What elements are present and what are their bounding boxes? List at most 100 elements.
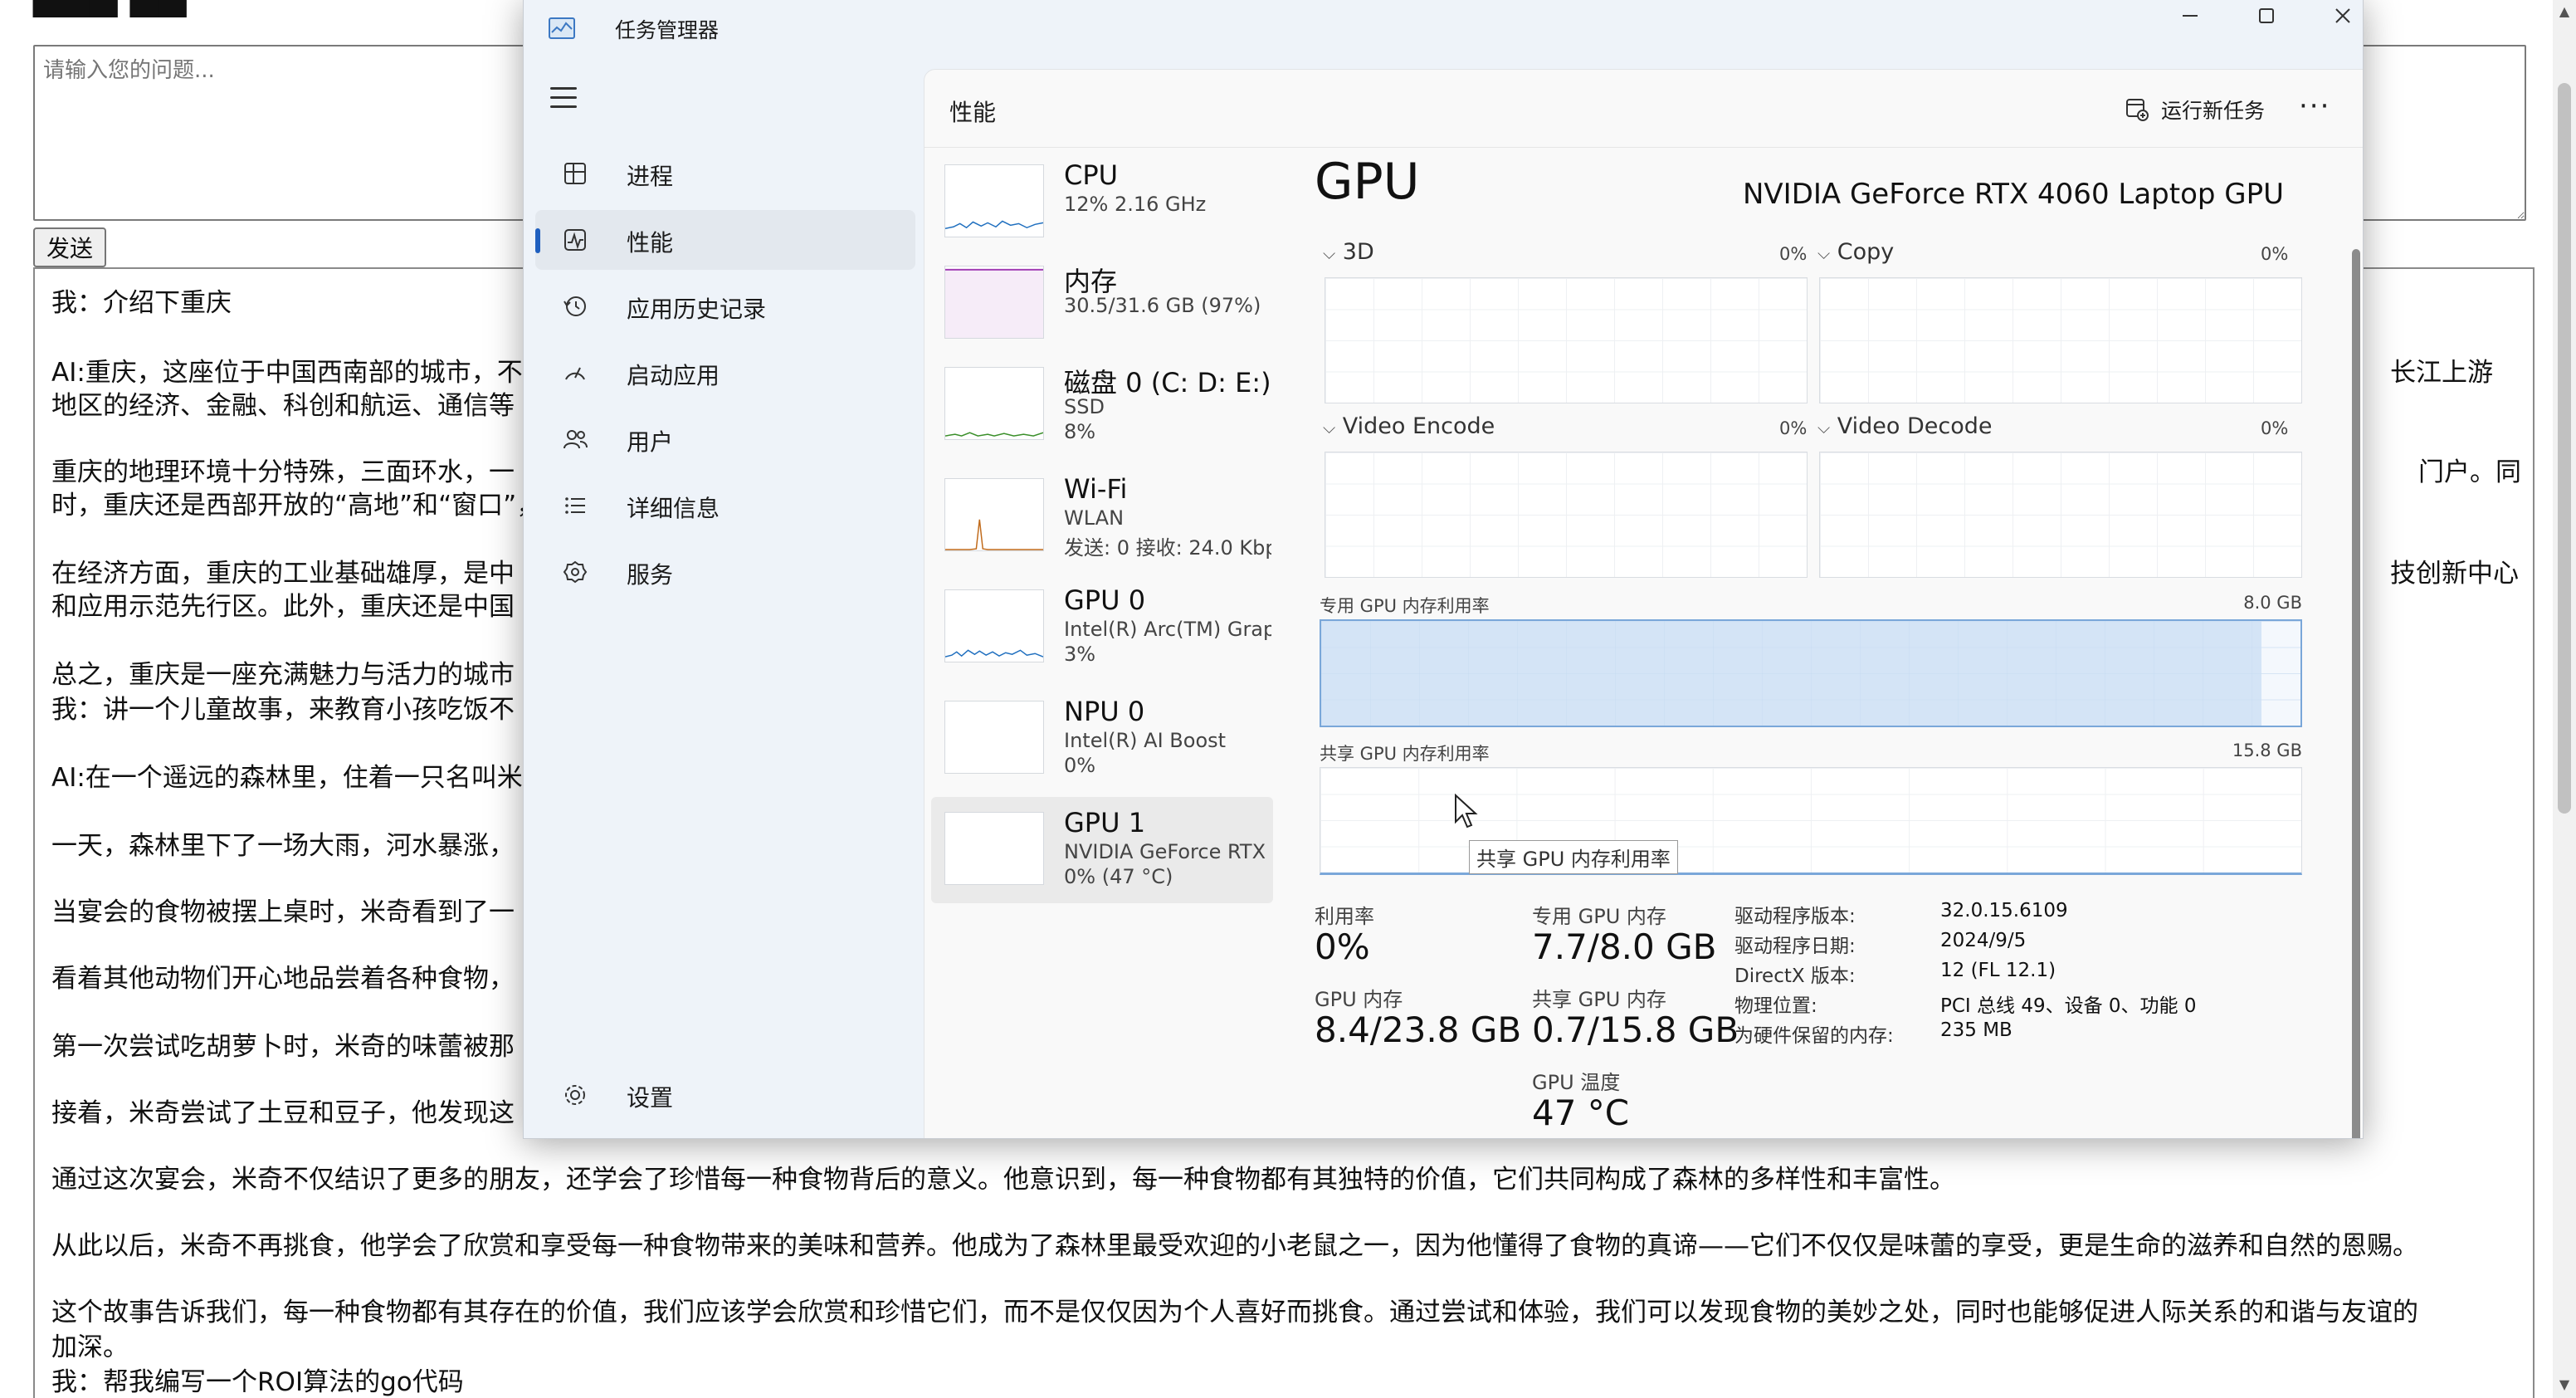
engine-label: Video Decode — [1837, 413, 1993, 439]
minimize-icon[interactable] — [2152, 0, 2228, 32]
dedicated-memory-stat-label: 专用 GPU 内存 — [1532, 905, 1666, 928]
device-item-wifi[interactable]: Wi-Fi WLAN 发送: 0 接收: 24.0 Kbps — [931, 463, 1273, 569]
content-header: 性能 运行新任务 ··· — [925, 70, 2363, 148]
gpu1-thumbnail-graph — [944, 812, 1044, 885]
chat-message: 地区的经济、金融、科创和航运、通信等 — [51, 391, 515, 421]
device-detail: NVIDIA GeForce RTX 4060 Laptop GPU — [1064, 840, 1271, 863]
device-detail: Intel(R) AI Boost — [1064, 729, 1227, 752]
chevron-down-icon: ⌵ — [1817, 418, 1831, 437]
content-scrollbar-thumb[interactable] — [2352, 249, 2360, 1138]
device-name: NPU 0 — [1064, 696, 1145, 727]
device-detail: 0% — [1064, 754, 1096, 777]
nav-item-startup-apps[interactable]: 启动应用 — [535, 343, 915, 403]
close-icon[interactable] — [2305, 0, 2363, 32]
nav-item-label: 启动应用 — [627, 362, 720, 389]
dedicated-memory-fill — [1321, 621, 2261, 726]
page-scrollbar[interactable]: ▲ ▼ — [2553, 0, 2576, 1398]
reserved-memory-label: 为硬件保留的内存: — [1734, 1025, 1894, 1047]
nav-item-details[interactable]: 详细信息 — [535, 476, 915, 535]
chat-message: 加深。 — [51, 1332, 129, 1362]
mouse-cursor-icon — [1455, 794, 1478, 829]
chat-message: 当宴会的食物被摆上桌时，米奇看到了一 — [51, 897, 515, 927]
device-item-gpu1[interactable]: GPU 1 NVIDIA GeForce RTX 4060 Laptop GPU… — [931, 797, 1273, 903]
device-name: Wi-Fi — [1064, 473, 1128, 505]
gear-icon — [565, 1085, 585, 1105]
driver-date-label: 驱动程序日期: — [1734, 936, 1856, 957]
engine-graph-video-encode — [1325, 452, 1808, 578]
gpu-model-name: NVIDIA GeForce RTX 4060 Laptop GPU — [1742, 178, 2284, 211]
hamburger-menu-icon[interactable] — [550, 87, 577, 112]
chevron-down-icon: ⌵ — [1323, 243, 1336, 263]
device-detail: 8% — [1064, 420, 1096, 443]
nav-item-label: 进程 — [627, 163, 674, 190]
title-bar[interactable]: 任务管理器 — [524, 0, 2363, 59]
device-item-npu0[interactable]: NPU 0 Intel(R) AI Boost 0% — [931, 686, 1273, 792]
device-name: GPU 1 — [1064, 807, 1146, 838]
engine-graph-3d — [1325, 277, 1808, 403]
wifi-thumbnail-graph — [944, 478, 1044, 551]
page-scrollbar-thumb[interactable] — [2558, 83, 2571, 814]
chat-message: 接着，米奇尝试了土豆和豆子，他发现这 — [51, 1098, 515, 1128]
navigation-pane: 进程 性能 应用历史记录 启动应用 用户 详细信息 服务 设置 — [524, 69, 922, 1138]
driver-date-value: 2024/9/5 — [1940, 930, 2027, 951]
more-options-icon[interactable]: ··· — [2299, 90, 2330, 123]
gpu-memory-label: GPU 内存 — [1315, 988, 1403, 1011]
chat-message: 我：帮我编写一个ROI算法的go代码 — [51, 1367, 464, 1397]
task-manager-window: 任务管理器 进程 性能 应用历史记录 启动应用 用户 详细信息 服务 设置 性能… — [523, 0, 2364, 1139]
chat-message-tail: 门户。同 — [2418, 457, 2521, 487]
nav-item-label: 性能 — [627, 229, 674, 257]
chat-message: 重庆的地理环境十分特殊，三面环水，一 — [51, 457, 515, 487]
engine-selector-3d[interactable]: ⌵ 3D — [1323, 239, 1374, 265]
dedicated-memory-capacity: 8.0 GB — [2243, 593, 2302, 613]
chat-message: 总之，重庆是一座充满魅力与活力的城市 — [51, 660, 515, 690]
nav-item-users[interactable]: 用户 — [535, 409, 915, 469]
task-manager-app-icon — [549, 17, 575, 39]
dedicated-memory-label: 专用 GPU 内存利用率 — [1320, 596, 1490, 616]
device-item-memory[interactable]: 内存 30.5/31.6 GB (97%) — [931, 251, 1273, 357]
device-item-disk[interactable]: 磁盘 0 (C: D: E:) SSD 8% — [931, 352, 1273, 458]
gpu-title: GPU — [1315, 153, 1420, 211]
utilization-label: 利用率 — [1315, 905, 1374, 928]
nav-item-services[interactable]: 服务 — [535, 542, 915, 602]
scroll-up-arrow-icon[interactable]: ▲ — [2556, 3, 2573, 20]
nav-item-label: 应用历史记录 — [627, 296, 767, 323]
device-detail: Intel(R) Arc(TM) Graphics — [1064, 618, 1271, 641]
nav-item-settings[interactable]: 设置 — [535, 1065, 915, 1125]
engine-selector-video-encode[interactable]: ⌵ Video Encode — [1323, 413, 1495, 439]
chat-message-tail: 长江上游 — [2390, 358, 2493, 388]
shared-memory-stat-value: 0.7/15.8 GB — [1532, 1009, 1739, 1050]
chat-message: 时，重庆还是西部开放的“高地”和“窗口”， — [51, 491, 543, 521]
content-scrollbar[interactable] — [2350, 169, 2362, 1138]
performance-icon — [564, 229, 586, 251]
shared-memory-capacity: 15.8 GB — [2232, 741, 2302, 760]
gpu-memory-value: 8.4/23.8 GB — [1315, 1009, 1522, 1050]
engine-selector-copy[interactable]: ⌵ Copy — [1817, 239, 1894, 265]
physical-location-value: PCI 总线 49、设备 0、功能 0 — [1940, 995, 2197, 1017]
nav-item-label: 设置 — [627, 1084, 674, 1112]
cpu-thumbnail-graph — [944, 164, 1044, 237]
chat-message: AI:在一个遥远的森林里，住着一只名叫米 — [51, 763, 523, 793]
device-item-gpu0[interactable]: GPU 0 Intel(R) Arc(TM) Graphics 3% — [931, 574, 1273, 681]
nav-item-label: 用户 — [627, 428, 674, 456]
device-name: GPU 0 — [1064, 584, 1146, 616]
nav-item-processes[interactable]: 进程 — [535, 144, 915, 203]
gpu-temperature-value: 47 °C — [1532, 1092, 1630, 1133]
device-detail: 0% (47 °C) — [1064, 865, 1173, 888]
dedicated-memory-graph — [1320, 619, 2302, 727]
run-new-task-button[interactable]: 运行新任务 — [2125, 93, 2265, 126]
send-button[interactable]: 发送 — [33, 227, 107, 267]
startup-apps-icon — [565, 367, 585, 380]
scroll-down-arrow-icon[interactable]: ▼ — [2556, 1376, 2573, 1393]
maximize-icon[interactable] — [2228, 0, 2305, 32]
device-detail: 12% 2.16 GHz — [1064, 193, 1207, 216]
dedicated-memory-stat-value: 7.7/8.0 GB — [1532, 926, 1717, 967]
device-detail: SSD — [1064, 395, 1105, 418]
shared-memory-stat-label: 共享 GPU 内存 — [1532, 988, 1666, 1011]
nav-item-app-history[interactable]: 应用历史记录 — [535, 276, 915, 336]
engine-selector-video-decode[interactable]: ⌵ Video Decode — [1817, 413, 1993, 439]
page-header-text: ▅▅▅ ▅▅ — [33, 0, 187, 17]
directx-version-value: 12 (FL 12.1) — [1940, 960, 2056, 981]
memory-thumbnail-graph — [944, 266, 1044, 339]
device-item-cpu[interactable]: CPU 12% 2.16 GHz — [931, 149, 1273, 256]
nav-item-performance[interactable]: 性能 — [535, 210, 915, 270]
